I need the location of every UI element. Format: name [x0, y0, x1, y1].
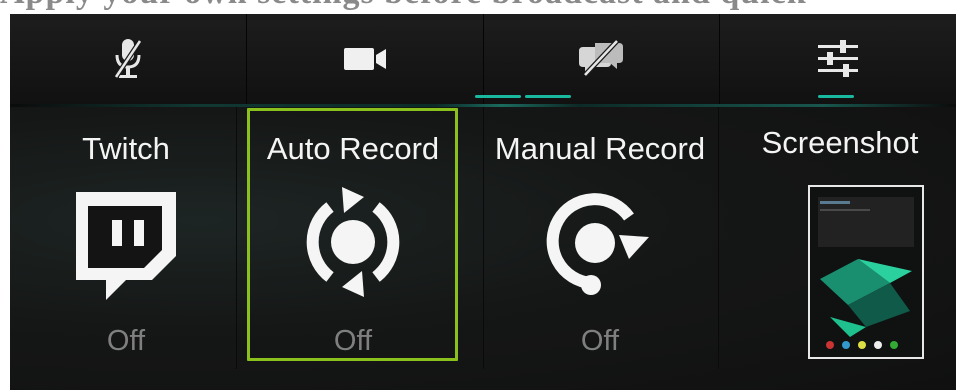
settings-sliders-icon	[816, 37, 860, 81]
mic-off-icon	[108, 35, 148, 83]
tile-status: Off	[580, 325, 620, 357]
accent-indicator	[525, 95, 571, 98]
accent-indicator	[818, 95, 854, 98]
tile-status: Off	[106, 325, 146, 357]
toolbar	[10, 14, 956, 104]
camera-toggle-button[interactable]	[247, 14, 484, 104]
twitch-icon	[16, 181, 236, 303]
manual-record-icon	[490, 181, 710, 303]
tile-divider	[483, 107, 484, 369]
screenshot-thumbnail	[808, 185, 924, 359]
accent-indicator	[475, 95, 521, 98]
header-text: Apply your own settings before broadcast…	[0, 0, 956, 14]
selection-highlight	[247, 108, 458, 361]
settings-button[interactable]	[720, 14, 956, 104]
tile-screenshot[interactable]: Screenshot	[724, 107, 956, 369]
tile-divider	[236, 107, 237, 369]
tile-title: Manual Record	[494, 131, 706, 166]
chat-off-icon	[577, 39, 625, 79]
chat-toggle-button[interactable]	[484, 14, 721, 104]
tile-divider	[718, 107, 719, 369]
tile-manual-record[interactable]: Manual Record Off	[490, 107, 710, 369]
tile-twitch[interactable]: Twitch Off	[16, 107, 236, 369]
video-camera-icon	[342, 44, 388, 74]
tile-title: Twitch	[82, 131, 170, 166]
tile-title: Screenshot	[761, 125, 919, 160]
mic-toggle-button[interactable]	[10, 14, 247, 104]
